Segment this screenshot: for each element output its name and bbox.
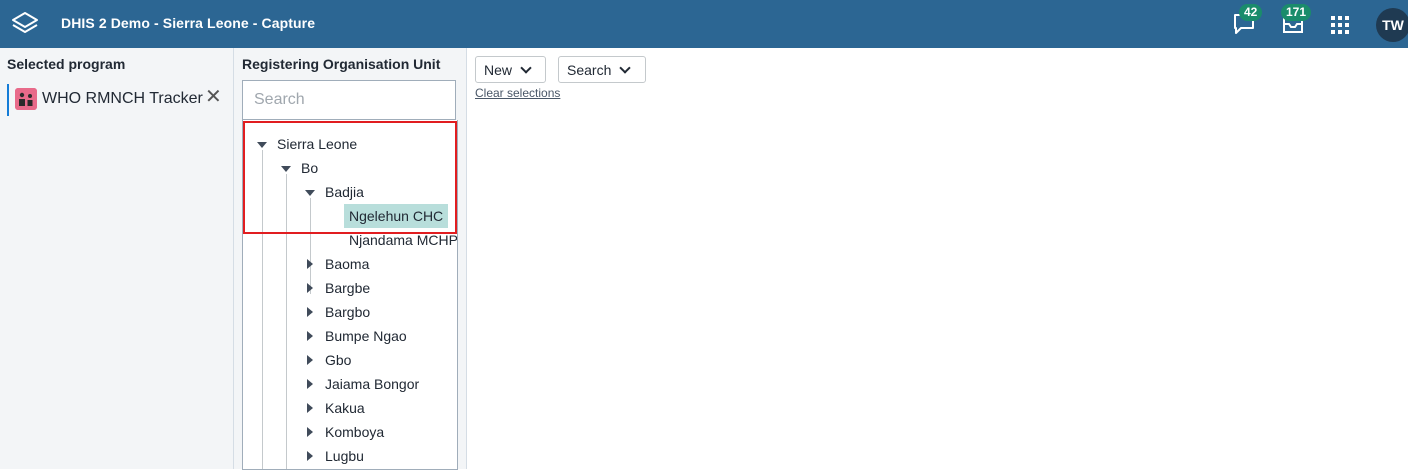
collapse-arrow-icon[interactable] [307, 283, 313, 293]
main-content: New Search Clear selections [467, 48, 1408, 469]
selected-program-panel: Selected program WHO RMNCH Tracker ✕ [0, 48, 234, 469]
apps-grid-icon[interactable] [1331, 16, 1349, 34]
highlight-annotation-box [243, 121, 457, 234]
collapse-arrow-icon[interactable] [307, 259, 313, 269]
org-unit-heading: Registering Organisation Unit [242, 56, 441, 72]
messages-badge: 42 [1239, 4, 1263, 21]
new-dropdown-button[interactable]: New [475, 56, 546, 83]
search-dropdown-label: Search [567, 61, 612, 78]
user-avatar[interactable]: TW [1376, 8, 1408, 42]
collapse-arrow-icon[interactable] [307, 307, 313, 317]
tree-node-chiefdom[interactable]: Bargbe [325, 276, 370, 300]
tree-node-chiefdom[interactable]: Komboya [325, 420, 384, 444]
tree-node-chiefdom[interactable]: Bargbo [325, 300, 370, 324]
collapse-arrow-icon[interactable] [307, 379, 313, 389]
collapse-arrow-icon[interactable] [307, 451, 313, 461]
collapse-arrow-icon[interactable] [307, 403, 313, 413]
selected-program-item[interactable]: WHO RMNCH Tracker ✕ [7, 84, 227, 116]
tree-node-chiefdom[interactable]: Gbo [325, 348, 351, 372]
interpretations-badge: 171 [1281, 4, 1312, 21]
chevron-down-icon [619, 61, 632, 74]
tree-node-chiefdom[interactable]: Lugbu [325, 444, 364, 468]
org-unit-search-input[interactable] [242, 80, 456, 120]
header-bar: DHIS 2 Demo - Sierra Leone - Capture 42 … [0, 0, 1408, 48]
tree-node-chiefdom[interactable]: Bumpe Ngao [325, 324, 407, 348]
new-dropdown-label: New [484, 61, 513, 78]
clear-program-icon[interactable]: ✕ [205, 87, 222, 107]
family-program-icon [15, 88, 37, 110]
collapse-arrow-icon[interactable] [307, 355, 313, 365]
chevron-down-icon [520, 61, 532, 74]
selected-program-heading: Selected program [7, 56, 126, 72]
org-unit-panel: Registering Organisation Unit Sierra Leo… [234, 48, 467, 470]
app-title: DHIS 2 Demo - Sierra Leone - Capture [61, 15, 316, 31]
dhis2-logo-icon[interactable] [10, 9, 40, 39]
search-dropdown-button[interactable]: Search [558, 56, 646, 83]
tree-node-chiefdom[interactable]: Jaiama Bongor [325, 372, 419, 396]
collapse-arrow-icon[interactable] [307, 427, 313, 437]
collapse-arrow-icon[interactable] [307, 331, 313, 341]
tree-node-chiefdom[interactable]: Kakua [325, 396, 365, 420]
clear-selections-link[interactable]: Clear selections [475, 86, 560, 100]
selected-program-name: WHO RMNCH Tracker [42, 90, 203, 107]
tree-node-chiefdom[interactable]: Baoma [325, 252, 369, 276]
